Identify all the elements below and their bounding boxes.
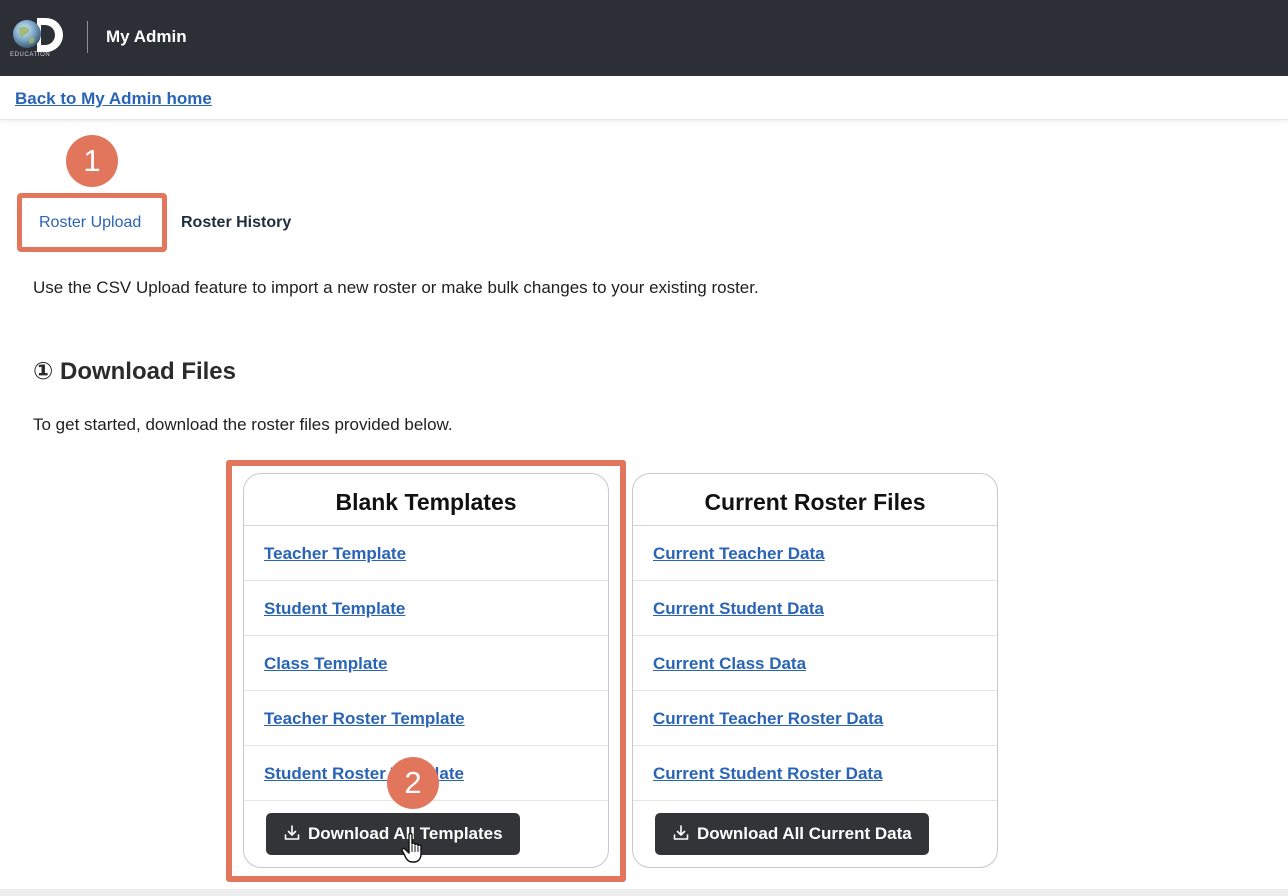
download-all-templates-button[interactable]: Download All Templates: [266, 813, 520, 855]
list-item: Current Class Data: [633, 636, 997, 691]
card-title: Blank Templates: [244, 474, 608, 526]
header-divider: [87, 21, 88, 53]
teacher-roster-template-link[interactable]: Teacher Roster Template: [264, 709, 465, 728]
button-label: Download All Templates: [308, 824, 503, 843]
button-label: Download All Current Data: [697, 824, 912, 843]
list-item: Teacher Roster Template: [244, 691, 608, 746]
card-footer: Download All Templates: [244, 801, 608, 867]
card-footer: Download All Current Data: [633, 801, 997, 867]
top-bar: EDUCATION My Admin: [0, 0, 1288, 76]
current-student-roster-data-link[interactable]: Current Student Roster Data: [653, 764, 883, 783]
download-icon: [284, 825, 300, 840]
current-student-data-link[interactable]: Current Student Data: [653, 599, 824, 618]
card-title: Current Roster Files: [633, 474, 997, 526]
list-item: Class Template: [244, 636, 608, 691]
blank-templates-card: Blank Templates Teacher Template Student…: [243, 473, 609, 868]
section-title: ① Download Files: [33, 358, 237, 385]
step-callout-2: 2: [387, 757, 439, 809]
step-callout-1: 1: [66, 135, 118, 187]
discovery-education-logo[interactable]: EDUCATION: [10, 16, 68, 62]
section-subtitle: To get started, download the roster file…: [33, 415, 453, 434]
page-bottom-edge: [0, 889, 1288, 896]
globe-d-logo-icon: [13, 18, 63, 52]
list-item: Current Teacher Roster Data: [633, 691, 997, 746]
download-all-current-data-button[interactable]: Download All Current Data: [655, 813, 929, 855]
list-item: Current Teacher Data: [633, 526, 997, 581]
download-icon: [673, 825, 689, 840]
list-item: Current Student Roster Data: [633, 746, 997, 801]
intro-text: Use the CSV Upload feature to import a n…: [33, 278, 759, 297]
list-item: Teacher Template: [244, 526, 608, 581]
current-class-data-link[interactable]: Current Class Data: [653, 654, 806, 673]
breadcrumb-bar: Back to My Admin home: [0, 76, 1288, 120]
current-roster-files-card: Current Roster Files Current Teacher Dat…: [632, 473, 998, 868]
tab-roster-history[interactable]: Roster History: [181, 214, 291, 232]
back-to-admin-home-link[interactable]: Back to My Admin home: [15, 89, 212, 109]
teacher-template-link[interactable]: Teacher Template: [264, 544, 406, 563]
current-teacher-roster-data-link[interactable]: Current Teacher Roster Data: [653, 709, 883, 728]
class-template-link[interactable]: Class Template: [264, 654, 387, 673]
list-item: Student Template: [244, 581, 608, 636]
list-item: Current Student Data: [633, 581, 997, 636]
student-template-link[interactable]: Student Template: [264, 599, 405, 618]
app-title: My Admin: [106, 27, 187, 46]
tab-roster-upload[interactable]: Roster Upload: [39, 214, 141, 232]
current-teacher-data-link[interactable]: Current Teacher Data: [653, 544, 825, 563]
logo-education-text: EDUCATION: [10, 52, 51, 58]
